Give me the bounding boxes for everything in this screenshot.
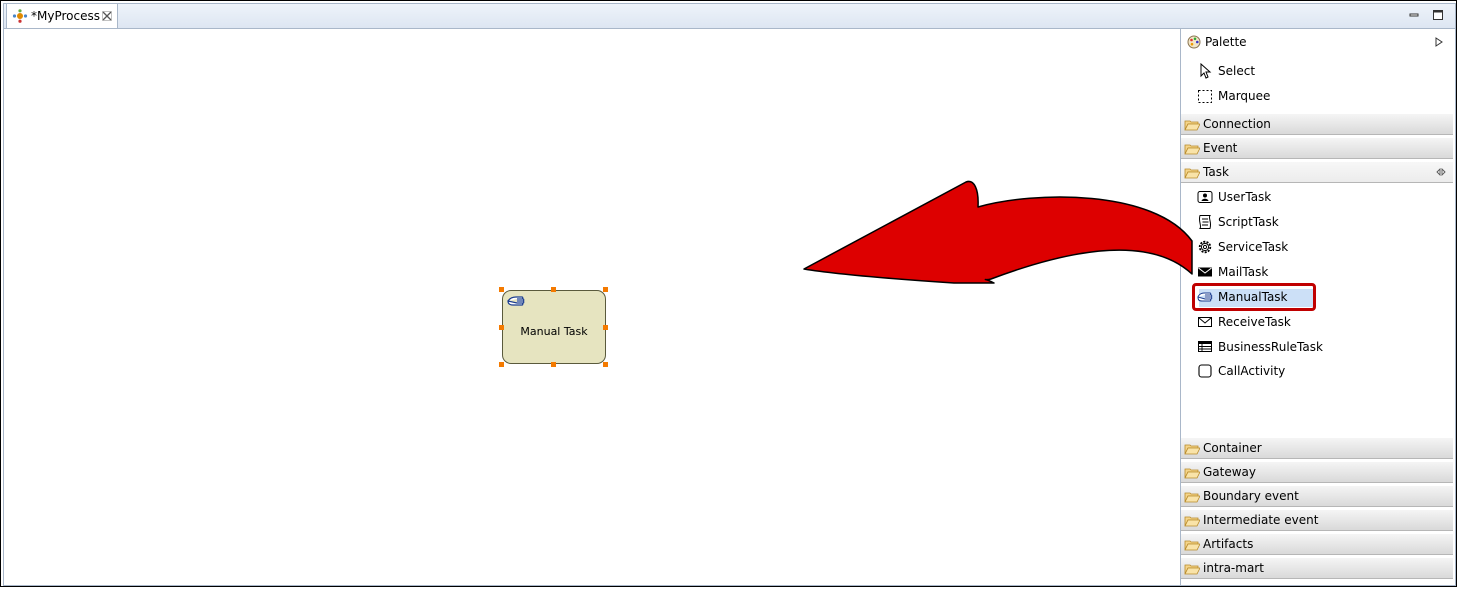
hand-icon xyxy=(507,296,525,306)
palette-icon xyxy=(1187,35,1201,49)
tool-label: UserTask xyxy=(1218,190,1272,204)
folder-open-icon xyxy=(1184,564,1200,575)
folder-open-icon xyxy=(1184,168,1200,179)
palette-header[interactable]: Palette xyxy=(1181,29,1453,54)
drawer-label: Connection xyxy=(1203,117,1271,131)
gear-icon xyxy=(1198,240,1212,254)
drawer-label: Event xyxy=(1203,141,1238,155)
rounded-square-icon xyxy=(1198,364,1212,378)
palette-panel: Palette Select Marquee Connection Event xyxy=(1180,29,1453,585)
minimize-icon[interactable] xyxy=(1407,8,1421,22)
drawer-boundary-event[interactable]: Boundary event xyxy=(1181,485,1453,507)
folder-open-icon xyxy=(1184,468,1200,479)
resize-handle[interactable] xyxy=(551,287,556,292)
drawer-label: Artifacts xyxy=(1203,537,1254,551)
resize-handle[interactable] xyxy=(603,325,608,330)
editor-window: *MyProcess Manual Task Palette Select Ma… xyxy=(3,3,1456,586)
drawer-label: Intermediate event xyxy=(1203,513,1319,527)
folder-open-icon xyxy=(1184,540,1200,551)
folder-open-icon xyxy=(1184,492,1200,503)
task-node-label: Manual Task xyxy=(520,325,588,338)
tool-callactivity[interactable]: CallActivity xyxy=(1197,361,1437,381)
folder-open-icon xyxy=(1184,444,1200,455)
collapse-right-icon[interactable] xyxy=(1435,37,1443,47)
tool-businessruletask[interactable]: BusinessRuleTask xyxy=(1197,337,1437,357)
palette-title: Palette xyxy=(1205,35,1247,49)
drawer-task[interactable]: Task xyxy=(1181,161,1453,183)
drawer-label: Container xyxy=(1203,441,1262,455)
annotation-highlight-box xyxy=(1192,283,1316,311)
maximize-icon[interactable] xyxy=(1431,8,1445,22)
diagram-canvas[interactable]: Manual Task xyxy=(4,29,1179,585)
resize-handle[interactable] xyxy=(499,325,504,330)
arrow-cursor-icon xyxy=(1200,63,1212,79)
tab-myprocess[interactable]: *MyProcess xyxy=(6,4,118,28)
tool-usertask[interactable]: UserTask xyxy=(1197,187,1437,207)
tool-label: ServiceTask xyxy=(1218,240,1289,254)
tool-label: MailTask xyxy=(1218,265,1269,279)
editor-tab-bar: *MyProcess xyxy=(4,4,1455,29)
tool-marquee[interactable]: Marquee xyxy=(1197,86,1437,106)
process-icon xyxy=(12,9,28,23)
drawer-gateway[interactable]: Gateway xyxy=(1181,461,1453,483)
script-icon xyxy=(1198,215,1212,229)
tool-scripttask[interactable]: ScriptTask xyxy=(1197,212,1437,232)
drawer-label: Boundary event xyxy=(1203,489,1299,503)
tool-label: Select xyxy=(1218,64,1256,78)
drawer-event[interactable]: Event xyxy=(1181,137,1453,159)
tool-label: Marquee xyxy=(1218,89,1271,103)
drawer-artifacts[interactable]: Artifacts xyxy=(1181,533,1453,555)
folder-open-icon xyxy=(1184,120,1200,131)
drawer-label: Gateway xyxy=(1203,465,1257,479)
envelope-icon xyxy=(1198,317,1212,327)
screenshot-frame: *MyProcess Manual Task Palette Select Ma… xyxy=(0,0,1457,587)
drawer-label: Task xyxy=(1203,165,1229,179)
folder-open-icon xyxy=(1184,516,1200,527)
close-icon[interactable] xyxy=(102,11,112,21)
resize-handle[interactable] xyxy=(603,287,608,292)
drawer-connection[interactable]: Connection xyxy=(1181,113,1453,135)
manual-task-node[interactable]: Manual Task xyxy=(502,290,606,364)
drawer-label: intra-mart xyxy=(1203,561,1264,575)
folder-open-icon xyxy=(1184,144,1200,155)
drawer-container[interactable]: Container xyxy=(1181,437,1453,459)
resize-handle[interactable] xyxy=(603,362,608,367)
tool-label: CallActivity xyxy=(1218,364,1286,378)
tool-receivetask[interactable]: ReceiveTask xyxy=(1197,312,1437,332)
tool-select[interactable]: Select xyxy=(1197,61,1437,81)
pin-icon[interactable] xyxy=(1436,168,1446,176)
resize-handle[interactable] xyxy=(551,362,556,367)
marquee-icon xyxy=(1198,90,1212,103)
tool-label: ReceiveTask xyxy=(1218,315,1291,329)
drawer-intra-mart[interactable]: intra-mart xyxy=(1181,557,1453,579)
mail-filled-icon xyxy=(1198,267,1212,277)
annotation-arrow-icon xyxy=(803,180,1193,284)
tool-label: ScriptTask xyxy=(1218,215,1279,229)
tab-title: *MyProcess xyxy=(31,9,100,23)
drawer-intermediate-event[interactable]: Intermediate event xyxy=(1181,509,1453,531)
tool-mailtask[interactable]: MailTask xyxy=(1197,262,1437,282)
user-task-icon xyxy=(1197,191,1213,203)
resize-handle[interactable] xyxy=(499,362,504,367)
tool-label: BusinessRuleTask xyxy=(1218,340,1323,354)
resize-handle[interactable] xyxy=(499,287,504,292)
tool-servicetask[interactable]: ServiceTask xyxy=(1197,237,1437,257)
table-icon xyxy=(1198,341,1212,352)
